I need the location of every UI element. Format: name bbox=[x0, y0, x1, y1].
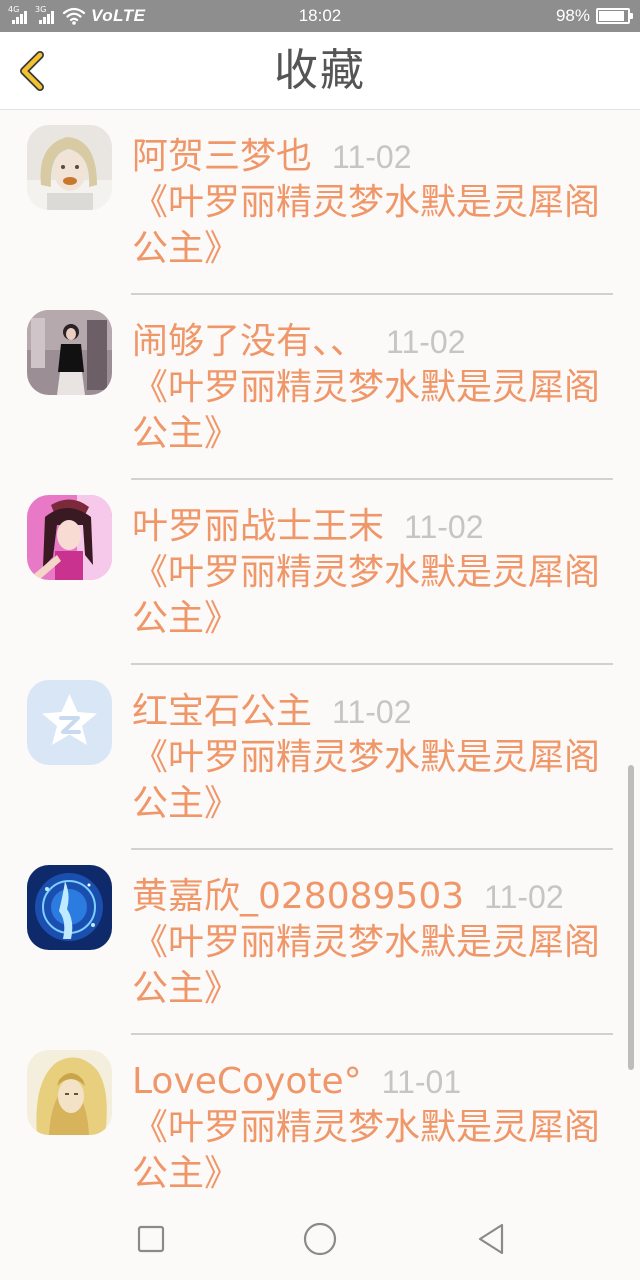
item-head: 黄嘉欣_028089503 11-02 bbox=[132, 874, 613, 920]
username[interactable]: 红宝石公主 bbox=[132, 689, 312, 735]
item-body: 闹够了没有、、 11-02 《叶罗丽精灵梦水默是灵犀阁公主》 bbox=[132, 319, 613, 457]
item-head: 闹够了没有、、 11-02 bbox=[132, 319, 613, 365]
username[interactable]: 阿贺三梦也 bbox=[132, 134, 312, 180]
battery-icon bbox=[596, 8, 633, 24]
avatar[interactable] bbox=[27, 1050, 112, 1135]
favorite-title[interactable]: 《叶罗丽精灵梦水默是灵犀阁公主》 bbox=[132, 365, 613, 457]
item-head: 叶罗丽战士王末 11-02 bbox=[132, 504, 613, 550]
list-item[interactable]: 阿贺三梦也 11-02 《叶罗丽精灵梦水默是灵犀阁公主》 bbox=[0, 110, 640, 295]
item-body: 阿贺三梦也 11-02 《叶罗丽精灵梦水默是灵犀阁公主》 bbox=[132, 134, 613, 272]
status-time: 18:02 bbox=[298, 6, 342, 25]
list-item[interactable]: LoveCoyote° 11-01 《叶罗丽精灵梦水默是灵犀阁公主》 bbox=[0, 1035, 640, 1197]
item-head: 红宝石公主 11-02 bbox=[132, 689, 613, 735]
date: 11-01 bbox=[381, 1064, 462, 1100]
scrollbar-thumb[interactable] bbox=[628, 765, 634, 1070]
back-button[interactable] bbox=[12, 49, 56, 93]
home-button[interactable] bbox=[298, 1217, 342, 1261]
item-body: 红宝石公主 11-02 《叶罗丽精灵梦水默是灵犀阁公主》 bbox=[132, 689, 613, 827]
item-head: LoveCoyote° 11-01 bbox=[132, 1059, 613, 1105]
favorite-title[interactable]: 《叶罗丽精灵梦水默是灵犀阁公主》 bbox=[132, 180, 613, 272]
date: 11-02 bbox=[404, 509, 484, 545]
avatar[interactable] bbox=[27, 495, 112, 580]
qzone-star-icon[interactable] bbox=[27, 680, 112, 765]
chevron-left-icon bbox=[20, 51, 44, 91]
avatar[interactable] bbox=[27, 865, 112, 950]
battery-fill bbox=[599, 11, 624, 21]
favorite-title[interactable]: 《叶罗丽精灵梦水默是灵犀阁公主》 bbox=[132, 550, 613, 642]
page-title: 收藏 bbox=[274, 45, 366, 96]
navigation-bar bbox=[0, 1197, 640, 1280]
avatar[interactable] bbox=[27, 310, 112, 395]
item-body: LoveCoyote° 11-01 《叶罗丽精灵梦水默是灵犀阁公主》 bbox=[132, 1059, 613, 1197]
item-body: 叶罗丽战士王末 11-02 《叶罗丽精灵梦水默是灵犀阁公主》 bbox=[132, 504, 613, 642]
status-bar: 4G 3G VoLTE 18:02 98% bbox=[0, 0, 640, 32]
triangle-back-icon bbox=[478, 1223, 504, 1255]
system-back-button[interactable] bbox=[470, 1217, 514, 1261]
title-bar: 收藏 bbox=[0, 32, 640, 110]
item-head: 阿贺三梦也 11-02 bbox=[132, 134, 613, 180]
status-right-group: 98% bbox=[555, 0, 633, 32]
username[interactable]: LoveCoyote° bbox=[132, 1059, 362, 1105]
date: 11-02 bbox=[484, 879, 564, 915]
list-item[interactable]: 叶罗丽战士王末 11-02 《叶罗丽精灵梦水默是灵犀阁公主》 bbox=[0, 480, 640, 665]
date: 11-02 bbox=[332, 694, 412, 730]
username[interactable]: 黄嘉欣_028089503 bbox=[132, 874, 464, 920]
username[interactable]: 闹够了没有、、 bbox=[132, 319, 366, 365]
list-item[interactable]: 闹够了没有、、 11-02 《叶罗丽精灵梦水默是灵犀阁公主》 bbox=[0, 295, 640, 480]
favorite-title[interactable]: 《叶罗丽精灵梦水默是灵犀阁公主》 bbox=[132, 1105, 613, 1197]
square-recent-apps-icon bbox=[137, 1225, 165, 1253]
date: 11-02 bbox=[386, 324, 466, 360]
item-body: 黄嘉欣_028089503 11-02 《叶罗丽精灵梦水默是灵犀阁公主》 bbox=[132, 874, 613, 1012]
recent-apps-button[interactable] bbox=[129, 1217, 173, 1261]
favorites-list[interactable]: 阿贺三梦也 11-02 《叶罗丽精灵梦水默是灵犀阁公主》 闹够了没有、、 11-… bbox=[0, 110, 640, 1197]
date: 11-02 bbox=[332, 139, 412, 175]
avatar[interactable] bbox=[27, 125, 112, 210]
battery-percent: 98% bbox=[555, 6, 590, 25]
list-item[interactable]: 黄嘉欣_028089503 11-02 《叶罗丽精灵梦水默是灵犀阁公主》 bbox=[0, 850, 640, 1035]
username[interactable]: 叶罗丽战士王末 bbox=[132, 504, 384, 550]
favorite-title[interactable]: 《叶罗丽精灵梦水默是灵犀阁公主》 bbox=[132, 920, 613, 1012]
list-item[interactable]: 红宝石公主 11-02 《叶罗丽精灵梦水默是灵犀阁公主》 bbox=[0, 665, 640, 850]
circle-home-icon bbox=[303, 1222, 337, 1256]
favorite-title[interactable]: 《叶罗丽精灵梦水默是灵犀阁公主》 bbox=[132, 735, 613, 827]
